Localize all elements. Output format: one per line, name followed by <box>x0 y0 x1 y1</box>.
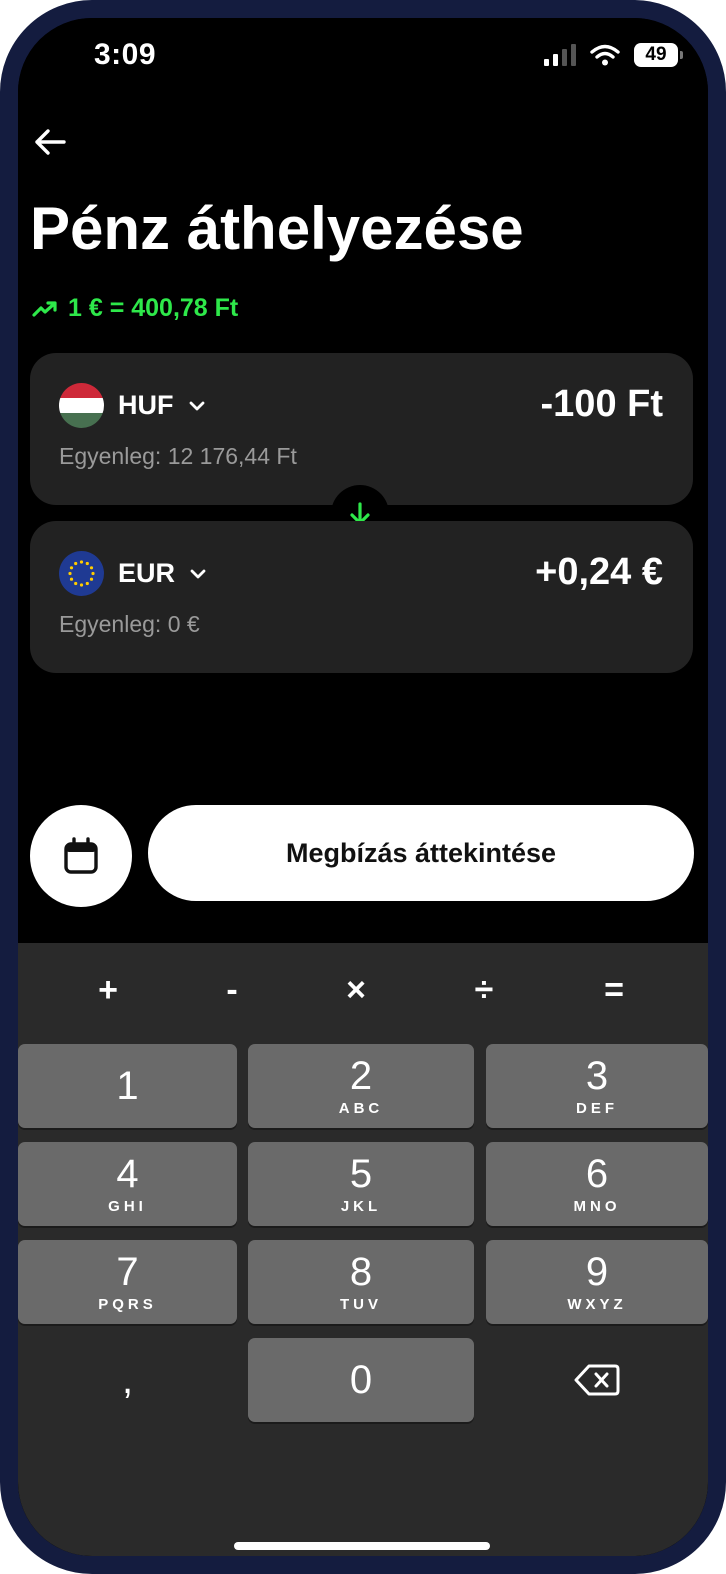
key-2[interactable]: 2 ABC <box>248 1044 474 1128</box>
operator-row: + - × ÷ = <box>18 943 708 1039</box>
battery-level: 49 <box>645 44 667 65</box>
key-6[interactable]: 6 MNO <box>486 1142 708 1226</box>
eu-flag-icon <box>59 551 104 596</box>
status-time: 3:09 <box>94 38 157 71</box>
to-currency-code: EUR <box>118 558 176 588</box>
to-currency-selector[interactable]: EUR <box>59 551 207 596</box>
numeric-keypad: + - × ÷ = 1 2 ABC 3 DEF 4 GHI 5 JKL 6 MN… <box>18 943 708 1556</box>
key-4[interactable]: 4 GHI <box>18 1142 237 1226</box>
to-amount[interactable]: +0,24 € <box>535 551 663 594</box>
key-3[interactable]: 3 DEF <box>486 1044 708 1128</box>
from-currency-selector[interactable]: HUF <box>59 383 206 428</box>
app-screen: 3:09 49 Pénz áthelyezése 1 € = 400,78 Ft… <box>18 18 708 1556</box>
trend-up-icon <box>32 300 57 317</box>
from-currency-card[interactable]: HUF -100 Ft Egyenleg: 12 176,44 Ft <box>30 353 693 505</box>
cellular-signal-icon <box>544 44 576 66</box>
back-button[interactable] <box>30 122 70 162</box>
multiply-key[interactable]: × <box>326 967 386 1013</box>
wifi-icon <box>590 44 620 66</box>
status-icons: 49 <box>544 42 683 68</box>
from-balance: Egyenleg: 12 176,44 Ft <box>59 443 297 469</box>
chevron-down-icon <box>189 401 204 410</box>
page-title: Pénz áthelyezése <box>30 195 524 262</box>
comma-key[interactable]: , <box>18 1338 237 1422</box>
calendar-icon <box>64 837 98 874</box>
from-amount[interactable]: -100 Ft <box>541 383 663 426</box>
backspace-key[interactable] <box>486 1338 708 1422</box>
key-1[interactable]: 1 <box>18 1044 237 1128</box>
divide-key[interactable]: ÷ <box>454 967 514 1013</box>
key-7[interactable]: 7 PQRS <box>18 1240 237 1324</box>
schedule-button[interactable] <box>30 805 132 907</box>
hungary-flag-icon <box>59 383 104 428</box>
backspace-icon <box>574 1364 620 1396</box>
equals-key[interactable]: = <box>584 967 644 1013</box>
minus-key[interactable]: - <box>202 967 262 1013</box>
from-currency-code: HUF <box>118 390 174 420</box>
exchange-rate-text: 1 € = 400,78 Ft <box>68 294 239 322</box>
phone-frame: 3:09 49 Pénz áthelyezése 1 € = 400,78 Ft… <box>0 0 726 1574</box>
home-indicator[interactable] <box>234 1542 490 1550</box>
key-5[interactable]: 5 JKL <box>248 1142 474 1226</box>
arrow-left-icon <box>35 129 66 155</box>
chevron-down-icon <box>190 569 206 578</box>
key-0[interactable]: 0 <box>248 1338 474 1422</box>
key-9[interactable]: 9 WXYZ <box>486 1240 708 1324</box>
exchange-rate: 1 € = 400,78 Ft <box>32 294 238 323</box>
plus-key[interactable]: + <box>78 967 138 1013</box>
key-8[interactable]: 8 TUV <box>248 1240 474 1324</box>
battery-icon: 49 <box>634 43 683 67</box>
to-currency-card[interactable]: EUR +0,24 € Egyenleg: 0 € <box>30 521 693 673</box>
review-order-button[interactable]: Megbízás áttekintése <box>148 805 694 901</box>
to-balance: Egyenleg: 0 € <box>59 611 200 637</box>
